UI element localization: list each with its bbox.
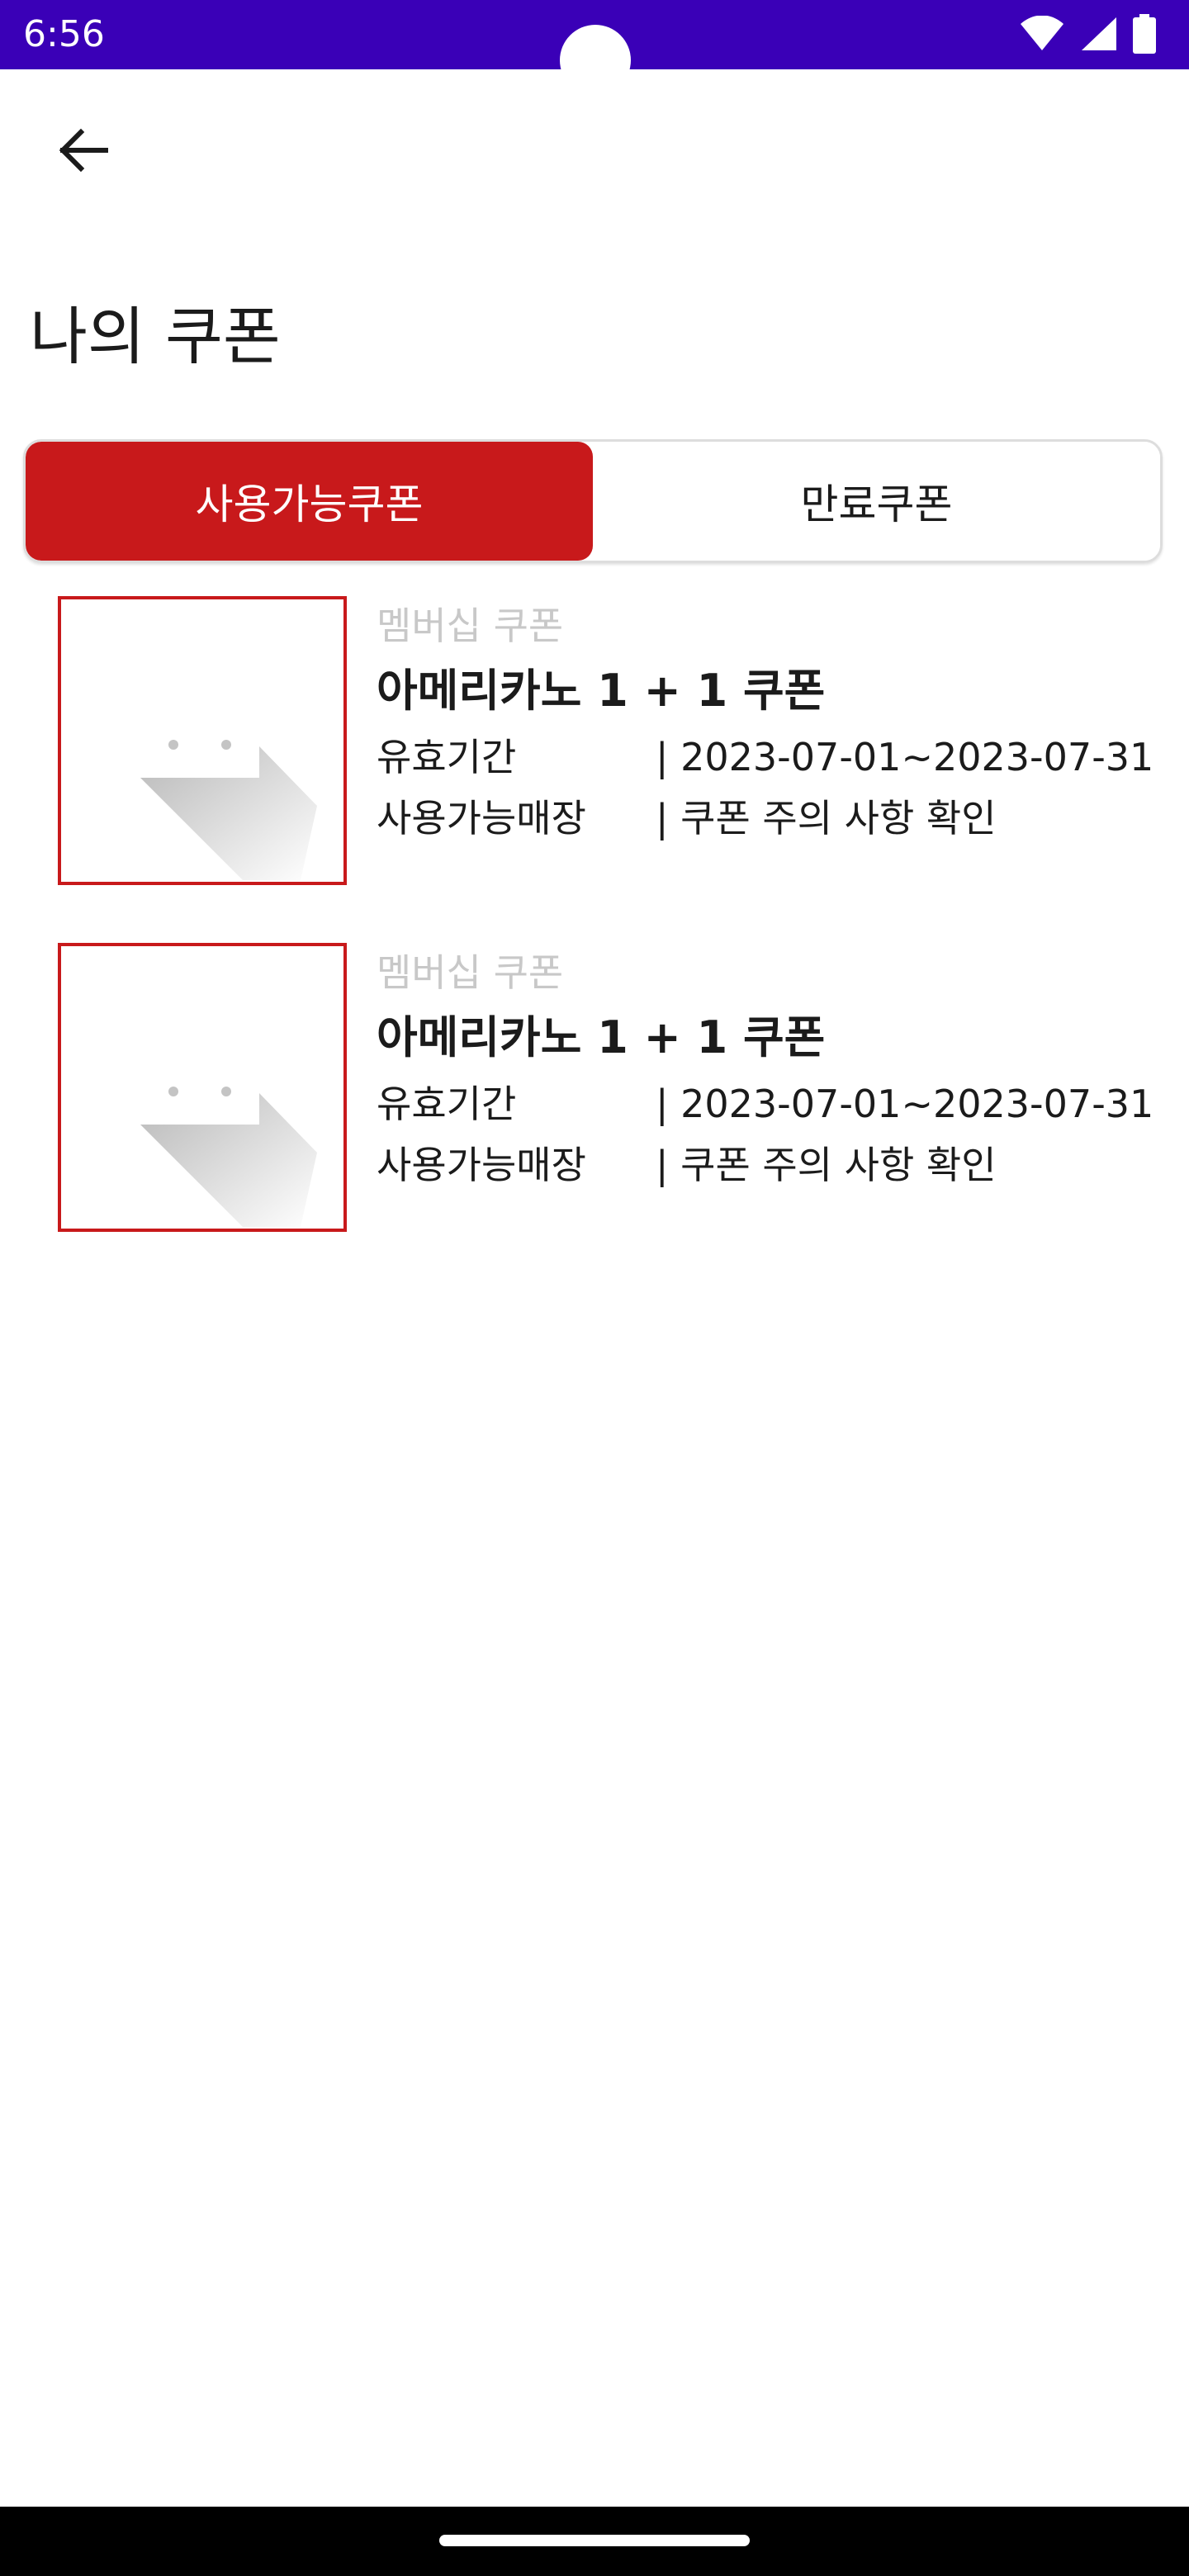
stores-value: | 쿠폰 주의 사항 확인 (656, 796, 997, 841)
home-indicator[interactable] (439, 2535, 750, 2546)
tab-expired-coupons[interactable]: 만료쿠폰 (593, 442, 1160, 561)
back-button[interactable] (40, 109, 126, 195)
validity-label: 유효기간 (377, 735, 517, 779)
camera-cutout (560, 25, 631, 96)
coupon-info: 멤버십 쿠폰 아메리카노 1 + 1 쿠폰 유효기간 | 2023-07-01~… (377, 596, 1169, 849)
coupon-info: 멤버십 쿠폰 아메리카노 1 + 1 쿠폰 유효기간 | 2023-07-01~… (377, 943, 1169, 1196)
coupon-image (58, 943, 347, 1232)
broken-image-icon (61, 740, 343, 882)
coupon-item[interactable]: 멤버십 쿠폰 아메리카노 1 + 1 쿠폰 유효기간 | 2023-07-01~… (0, 943, 1189, 1234)
status-icons (1019, 14, 1156, 57)
tab-available-coupons[interactable]: 사용가능쿠폰 (26, 442, 593, 561)
system-nav-bar (0, 2507, 1189, 2576)
arrow-left-icon (56, 124, 109, 180)
broken-image-icon (61, 1087, 343, 1229)
validity-row: 유효기간 | 2023-07-01~2023-07-31 (377, 727, 1169, 788)
coupon-category: 멤버십 쿠폰 (377, 950, 564, 995)
status-time: 6:56 (23, 13, 105, 55)
coupon-tabs: 사용가능쿠폰 만료쿠폰 (23, 439, 1163, 563)
wifi-icon (1019, 15, 1065, 55)
signal-icon (1080, 16, 1118, 55)
coupon-name: 아메리카노 1 + 1 쿠폰 (377, 665, 826, 717)
stores-row: 사용가능매장 | 쿠폰 주의 사항 확인 (377, 1134, 1169, 1196)
coupon-list: 멤버십 쿠폰 아메리카노 1 + 1 쿠폰 유효기간 | 2023-07-01~… (0, 596, 1189, 1290)
page-title: 나의 쿠폰 (30, 300, 281, 373)
coupon-name: 아메리카노 1 + 1 쿠폰 (377, 1011, 826, 1063)
battery-icon (1133, 14, 1156, 57)
stores-label: 사용가능매장 (377, 796, 586, 841)
coupon-item[interactable]: 멤버십 쿠폰 아메리카노 1 + 1 쿠폰 유효기간 | 2023-07-01~… (0, 596, 1189, 887)
validity-value: | 2023-07-01~2023-07-31 (656, 735, 1154, 779)
validity-label: 유효기간 (377, 1082, 517, 1126)
validity-row: 유효기간 | 2023-07-01~2023-07-31 (377, 1073, 1169, 1134)
validity-value: | 2023-07-01~2023-07-31 (656, 1082, 1154, 1126)
stores-value: | 쿠폰 주의 사항 확인 (656, 1143, 997, 1187)
coupon-image (58, 596, 347, 885)
status-bar: 6:56 (0, 0, 1189, 96)
coupon-category: 멤버십 쿠폰 (377, 604, 564, 648)
stores-label: 사용가능매장 (377, 1143, 586, 1187)
stores-row: 사용가능매장 | 쿠폰 주의 사항 확인 (377, 788, 1169, 849)
